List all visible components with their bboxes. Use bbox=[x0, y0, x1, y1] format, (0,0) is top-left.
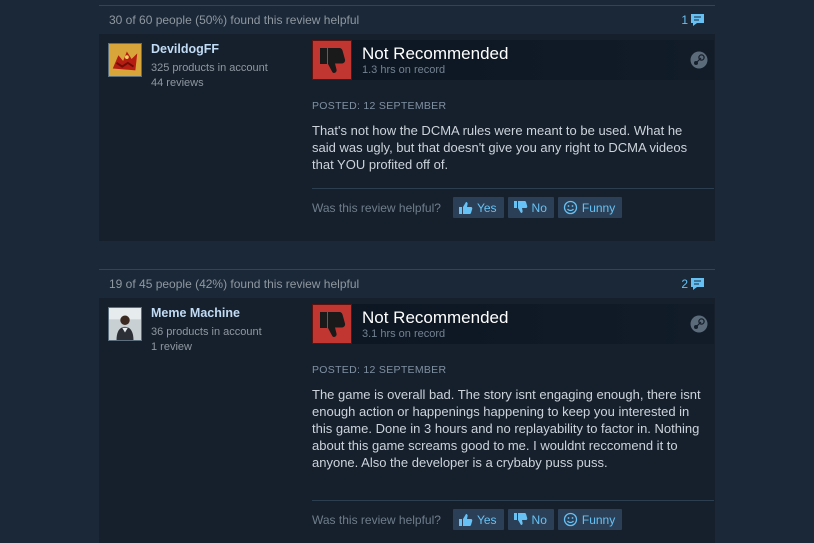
vote-no-label: No bbox=[531, 200, 547, 215]
thumb-down-badge bbox=[312, 304, 352, 344]
review-header: 19 of 45 people (42%) found this review … bbox=[99, 269, 715, 298]
person-photo-avatar-icon bbox=[109, 308, 141, 340]
comment-bubble-icon bbox=[691, 278, 704, 290]
review-header: 30 of 60 people (50%) found this review … bbox=[99, 5, 715, 34]
thumb-down-badge bbox=[312, 40, 352, 80]
review-text: The game is overall bad. The story isnt … bbox=[312, 387, 701, 470]
author-meta: 325 products in account 44 reviews bbox=[151, 61, 268, 91]
vote-no-label: No bbox=[531, 512, 547, 527]
posted-date: POSTED: 12 SEPTEMBER bbox=[312, 364, 447, 376]
divider bbox=[312, 188, 714, 189]
vote-funny-label: Funny bbox=[581, 200, 616, 215]
vote-yes-button[interactable]: Yes bbox=[452, 509, 504, 530]
products-count[interactable]: 325 products in account bbox=[151, 61, 268, 76]
verdict-bar[interactable]: Not Recommended 3.1 hrs on record bbox=[312, 304, 714, 344]
author-meta: 36 products in account 1 review bbox=[151, 325, 262, 355]
author-name[interactable]: DevildogFF bbox=[151, 42, 268, 57]
hours-on-record: 3.1 hrs on record bbox=[362, 327, 446, 340]
review-card: 30 of 60 people (50%) found this review … bbox=[99, 5, 715, 241]
review-text: That's not how the DCMA rules were meant… bbox=[312, 123, 688, 172]
vote-funny-label: Funny bbox=[581, 512, 616, 527]
thumbs-down-icon bbox=[320, 48, 346, 73]
posted-date: POSTED: 12 SEPTEMBER bbox=[312, 100, 447, 112]
verdict-title: Not Recommended bbox=[362, 307, 509, 327]
vote-yes-label: Yes bbox=[476, 512, 497, 527]
comment-count: 1 bbox=[681, 13, 688, 27]
steam-logo-icon bbox=[690, 51, 708, 69]
avatar[interactable] bbox=[108, 43, 142, 77]
hours-on-record: 1.3 hrs on record bbox=[362, 63, 446, 76]
thumbs-up-icon bbox=[458, 514, 473, 526]
thumbs-down-icon bbox=[320, 312, 346, 337]
steam-logo-icon bbox=[690, 315, 708, 333]
vote-yes-label: Yes bbox=[476, 200, 497, 215]
verdict-text: Not Recommended 3.1 hrs on record bbox=[362, 308, 508, 341]
reviews-count[interactable]: 1 review bbox=[151, 340, 262, 355]
vote-row: Was this review helpful? Yes No Funny bbox=[312, 507, 714, 532]
review-content: Not Recommended 1.3 hrs on record POSTED… bbox=[312, 40, 714, 220]
vote-yes-button[interactable]: Yes bbox=[452, 197, 504, 218]
avatar[interactable] bbox=[108, 307, 142, 341]
verdict-title: Not Recommended bbox=[362, 43, 509, 63]
thumbs-up-icon bbox=[458, 202, 473, 214]
comment-bubble-icon bbox=[691, 14, 704, 26]
author-block: Meme Machine 36 products in account 1 re… bbox=[151, 306, 262, 355]
author-block: DevildogFF 325 products in account 44 re… bbox=[151, 42, 268, 91]
smiley-icon bbox=[563, 512, 578, 527]
review-body: DevildogFF 325 products in account 44 re… bbox=[99, 34, 715, 241]
red-dragon-avatar-icon bbox=[109, 44, 141, 76]
vote-prompt: Was this review helpful? bbox=[312, 512, 441, 527]
vote-row: Was this review helpful? Yes No Funny bbox=[312, 195, 714, 220]
vote-funny-button[interactable]: Funny bbox=[557, 509, 623, 530]
comment-count-link[interactable]: 1 bbox=[681, 12, 706, 28]
review-card: 19 of 45 people (42%) found this review … bbox=[99, 269, 715, 543]
vote-no-button[interactable]: No bbox=[507, 197, 554, 218]
review-body: Meme Machine 36 products in account 1 re… bbox=[99, 298, 715, 543]
helpful-summary: 30 of 60 people (50%) found this review … bbox=[109, 13, 360, 27]
helpful-summary: 19 of 45 people (42%) found this review … bbox=[109, 277, 360, 291]
review-content: Not Recommended 3.1 hrs on record POSTED… bbox=[312, 304, 714, 532]
comment-count-link[interactable]: 2 bbox=[681, 276, 706, 292]
comment-count: 2 bbox=[681, 277, 688, 291]
verdict-bar[interactable]: Not Recommended 1.3 hrs on record bbox=[312, 40, 714, 80]
divider bbox=[312, 500, 714, 501]
author-name[interactable]: Meme Machine bbox=[151, 306, 262, 321]
reviews-count[interactable]: 44 reviews bbox=[151, 76, 268, 91]
vote-prompt: Was this review helpful? bbox=[312, 200, 441, 215]
products-count[interactable]: 36 products in account bbox=[151, 325, 262, 340]
vote-no-button[interactable]: No bbox=[507, 509, 554, 530]
verdict-text: Not Recommended 1.3 hrs on record bbox=[362, 44, 508, 77]
vote-funny-button[interactable]: Funny bbox=[557, 197, 623, 218]
smiley-icon bbox=[563, 200, 578, 215]
thumbs-down-icon bbox=[513, 513, 527, 525]
thumbs-down-icon bbox=[513, 201, 527, 213]
